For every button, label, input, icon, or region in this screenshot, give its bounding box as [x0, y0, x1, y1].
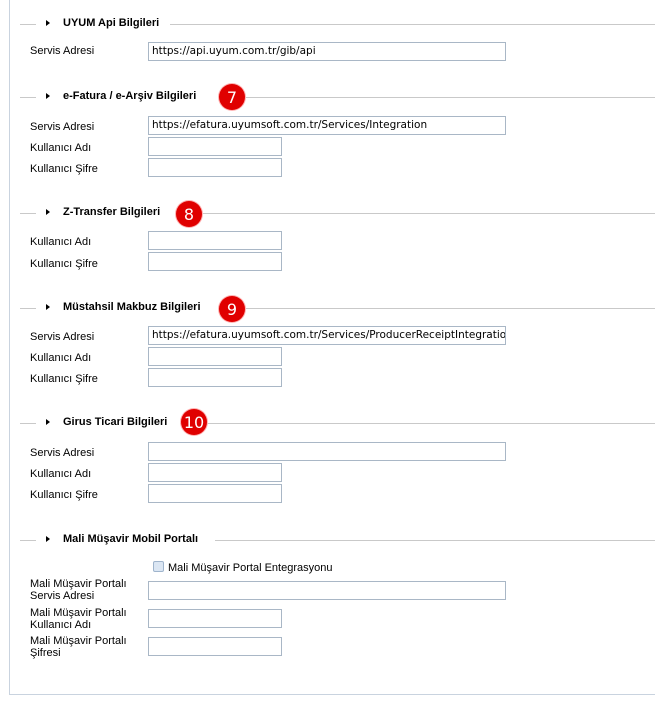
separator-line: [180, 423, 655, 424]
separator-line: [215, 540, 655, 541]
mustahsil-kullanici-sifre-input[interactable]: [148, 368, 282, 387]
expand-arrow-icon[interactable]: [46, 536, 50, 542]
expand-arrow-icon[interactable]: [46, 209, 50, 215]
section-header-girus[interactable]: Girus Ticari Bilgileri: [20, 415, 655, 431]
separator-line: [20, 423, 36, 424]
expand-arrow-icon[interactable]: [46, 419, 50, 425]
separator-line: [170, 24, 655, 25]
step-badge-9: 9: [219, 296, 245, 322]
kullanici-sifre-label: Kullanıcı Şifre: [30, 373, 98, 385]
portal-entegrasyon-checkbox[interactable]: [153, 561, 164, 572]
kullanici-sifre-label: Kullanıcı Şifre: [30, 489, 98, 501]
ztransfer-kullanici-adi-input[interactable]: [148, 231, 282, 250]
servis-adresi-label: Servis Adresi: [30, 121, 95, 133]
expand-arrow-icon[interactable]: [46, 304, 50, 310]
portal-servis-adresi-label: Mali Müşavir Portalı Servis Adresi: [30, 578, 127, 602]
portal-kullanici-adi-label: Mali Müşavir Portalı Kullanıcı Adı: [30, 607, 127, 631]
portal-servis-adresi-input[interactable]: [148, 581, 506, 600]
kullanici-adi-label: Kullanıcı Adı: [30, 468, 92, 480]
expand-arrow-icon[interactable]: [46, 93, 50, 99]
section-title: Girus Ticari Bilgileri: [63, 416, 172, 428]
separator-line: [180, 213, 655, 214]
kullanici-sifre-label: Kullanıcı Şifre: [30, 258, 98, 270]
section-title: Müstahsil Makbuz Bilgileri: [63, 301, 205, 313]
portal-sifre-label: Mali Müşavir Portalı Şifresi: [30, 635, 127, 659]
portal-kullanici-adi-input[interactable]: [148, 609, 282, 628]
section-header-mali-musavir[interactable]: Mali Müşavir Mobil Portalı: [20, 532, 655, 548]
separator-line: [220, 97, 655, 98]
kullanici-sifre-label: Kullanıcı Şifre: [30, 163, 98, 175]
section-header-uyum-api[interactable]: UYUM Api Bilgileri: [20, 16, 655, 32]
section-title: Mali Müşavir Mobil Portalı: [63, 533, 203, 545]
section-title: UYUM Api Bilgileri: [63, 17, 164, 29]
kullanici-adi-label: Kullanıcı Adı: [30, 352, 92, 364]
ztransfer-kullanici-sifre-input[interactable]: [148, 252, 282, 271]
section-header-mustahsil[interactable]: Müstahsil Makbuz Bilgileri: [20, 300, 655, 316]
uyum-servis-adresi-input[interactable]: https://api.uyum.com.tr/gib/api: [148, 42, 506, 61]
separator-line: [220, 308, 655, 309]
mustahsil-servis-adresi-input[interactable]: https://efatura.uyumsoft.com.tr/Services…: [148, 326, 506, 345]
servis-adresi-label: Servis Adresi: [30, 447, 95, 459]
step-badge-8: 8: [176, 201, 202, 227]
section-title: Z-Transfer Bilgileri: [63, 206, 165, 218]
kullanici-adi-label: Kullanıcı Adı: [30, 142, 92, 154]
expand-arrow-icon[interactable]: [46, 20, 50, 26]
step-badge-10: 10: [181, 409, 207, 435]
girus-kullanici-sifre-input[interactable]: [148, 484, 282, 503]
separator-line: [20, 97, 36, 98]
step-badge-7: 7: [219, 84, 245, 110]
section-header-ztransfer[interactable]: Z-Transfer Bilgileri: [20, 205, 655, 221]
efatura-kullanici-sifre-input[interactable]: [148, 158, 282, 177]
servis-adresi-label: Servis Adresi: [30, 331, 95, 343]
girus-servis-adresi-input[interactable]: [148, 442, 506, 461]
separator-line: [20, 540, 36, 541]
servis-adresi-label: Servis Adresi: [30, 45, 95, 57]
girus-kullanici-adi-input[interactable]: [148, 463, 282, 482]
efatura-servis-adresi-input[interactable]: https://efatura.uyumsoft.com.tr/Services…: [148, 116, 506, 135]
section-header-efatura[interactable]: e-Fatura / e-Arşiv Bilgileri: [20, 89, 655, 105]
separator-line: [20, 213, 36, 214]
efatura-kullanici-adi-input[interactable]: [148, 137, 282, 156]
mustahsil-kullanici-adi-input[interactable]: [148, 347, 282, 366]
kullanici-adi-label: Kullanıcı Adı: [30, 236, 92, 248]
section-title: e-Fatura / e-Arşiv Bilgileri: [63, 90, 201, 102]
separator-line: [20, 24, 36, 25]
portal-entegrasyon-label: Mali Müşavir Portal Entegrasyonu: [168, 562, 333, 574]
separator-line: [20, 308, 36, 309]
portal-sifre-input[interactable]: [148, 637, 282, 656]
